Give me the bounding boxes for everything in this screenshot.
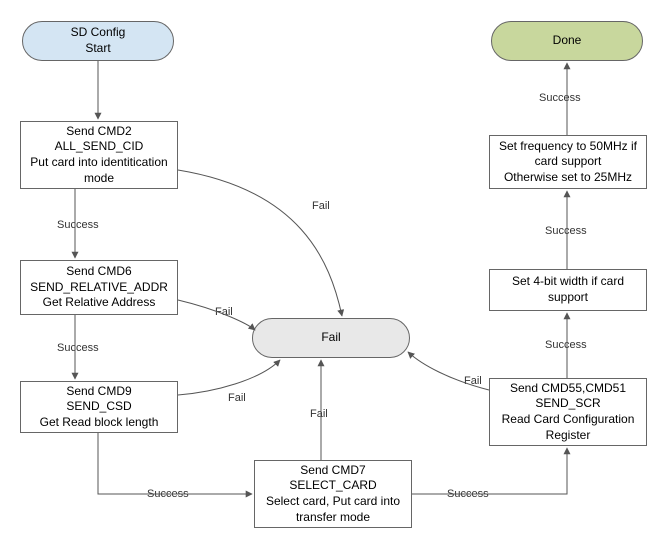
edge-fail-cmd7: Fail: [308, 408, 330, 420]
done-node: Done: [491, 21, 643, 61]
edge-success-cmd6-cmd9: Success: [55, 342, 101, 354]
cmd2-label: Send CMD2 ALL_SEND_CID Put card into ide…: [30, 124, 167, 186]
edge-success-cmd9-cmd7: Success: [145, 488, 191, 500]
edge-fail-cmd6: Fail: [213, 306, 235, 318]
fail-node: Fail: [252, 318, 410, 358]
set4bit-label: Set 4-bit width if card support: [512, 274, 624, 305]
setfreq-node: Set frequency to 50MHz if card support O…: [489, 135, 647, 189]
edge-fail-cmd55: Fail: [462, 375, 484, 387]
start-node: SD Config Start: [22, 21, 174, 61]
cmd55-label: Send CMD55,CMD51 SEND_SCR Read Card Conf…: [502, 381, 635, 443]
cmd9-label: Send CMD9 SEND_CSD Get Read block length: [40, 384, 159, 431]
done-label: Done: [553, 33, 582, 49]
cmd55-node: Send CMD55,CMD51 SEND_SCR Read Card Conf…: [489, 378, 647, 446]
edge-fail-cmd9: Fail: [226, 392, 248, 404]
cmd7-label: Send CMD7 SELECT_CARD Select card, Put c…: [266, 463, 400, 525]
edge-success-4bit-freq: Success: [543, 225, 589, 237]
fail-label: Fail: [321, 330, 340, 346]
edge-success-freq-done: Success: [537, 92, 583, 104]
edge-success-cmd2-cmd6: Success: [55, 219, 101, 231]
edge-success-cmd7-cmd55: Success: [445, 488, 491, 500]
cmd2-node: Send CMD2 ALL_SEND_CID Put card into ide…: [20, 121, 178, 189]
cmd9-node: Send CMD9 SEND_CSD Get Read block length: [20, 381, 178, 433]
cmd7-node: Send CMD7 SELECT_CARD Select card, Put c…: [254, 460, 412, 528]
set4bit-node: Set 4-bit width if card support: [489, 269, 647, 311]
edge-success-cmd55-4bit: Success: [543, 339, 589, 351]
setfreq-label: Set frequency to 50MHz if card support O…: [499, 139, 637, 186]
start-label: SD Config Start: [71, 25, 126, 56]
cmd6-label: Send CMD6 SEND_RELATIVE_ADDR Get Relativ…: [30, 264, 168, 311]
edge-fail-cmd2: Fail: [310, 200, 332, 212]
cmd6-node: Send CMD6 SEND_RELATIVE_ADDR Get Relativ…: [20, 260, 178, 315]
